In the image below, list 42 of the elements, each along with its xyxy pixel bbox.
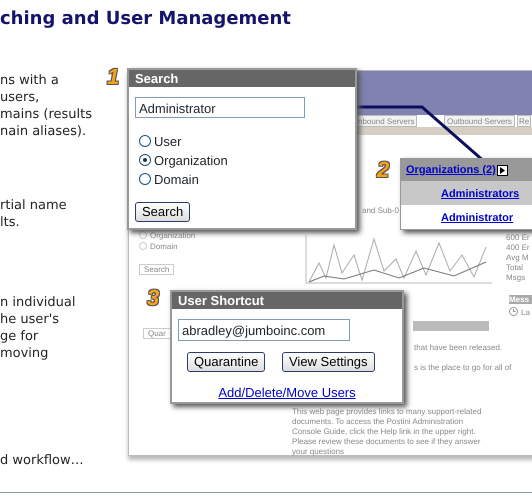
radio-button[interactable]: [139, 173, 151, 185]
note-text: s is the place to go for all of: [414, 363, 512, 372]
messages-header: Mess: [509, 295, 532, 304]
radio-label: Organization: [154, 153, 228, 168]
callout-number: 1: [107, 64, 120, 90]
result-row[interactable]: Administrators: [401, 181, 532, 205]
dialog-title: Search: [129, 70, 355, 87]
radio-option[interactable]: Organization: [139, 231, 196, 240]
stat-label: Msgs: [506, 273, 526, 282]
clock-icon: [509, 307, 518, 316]
dialog-title: User Shortcut: [172, 292, 402, 309]
email-field[interactable]: abradley@jumboinc.com: [178, 319, 350, 341]
paragraph-text: n individual he user's ge for moving: [0, 294, 76, 362]
note-text: that have been released.: [414, 343, 502, 352]
result-link[interactable]: Administrator: [441, 212, 514, 224]
dialog-button[interactable]: Quarantine: [187, 352, 266, 372]
radio-label: Domain: [154, 172, 199, 187]
help-text: This web page provides links to many support-related documents. To access the Postini Administration Console Guide, click the Help link in the upper right. Please review these documents to see if they answer your questions: [292, 407, 482, 457]
message-item[interactable]: La: [521, 308, 530, 317]
manage-users-link[interactable]: Add/Delete/Move Users: [172, 383, 402, 402]
radio-button[interactable]: [139, 135, 151, 147]
radio-option[interactable]: Domain: [139, 242, 178, 251]
page-title: ching and User Management: [0, 8, 291, 29]
callout-number: 3: [147, 285, 160, 311]
result-row[interactable]: Administrator: [401, 205, 532, 229]
chart-header: and Sub-0: [362, 206, 399, 215]
stat-label: 400 Er: [506, 243, 530, 252]
search-button[interactable]: Search: [135, 202, 190, 222]
paragraph-text: rtial name lts.: [0, 197, 67, 231]
expand-arrow-icon[interactable]: [496, 164, 508, 176]
paragraph-text: ns with a users, mains (results nain aliases).: [0, 72, 92, 140]
radio-label: User: [154, 134, 182, 149]
stat-label: Total: [506, 263, 523, 272]
search-button[interactable]: Search: [139, 264, 174, 275]
search-field[interactable]: Administrator: [135, 97, 305, 118]
dialog-button[interactable]: View Settings: [282, 352, 375, 372]
stat-label: 600 Er: [506, 233, 530, 242]
callout-number: 2: [377, 157, 390, 183]
paragraph-text: d workflow…: [0, 452, 84, 469]
stat-label: Avg M: [506, 253, 529, 262]
radio-button[interactable]: [139, 154, 151, 166]
result-link[interactable]: Administrators: [441, 188, 520, 200]
